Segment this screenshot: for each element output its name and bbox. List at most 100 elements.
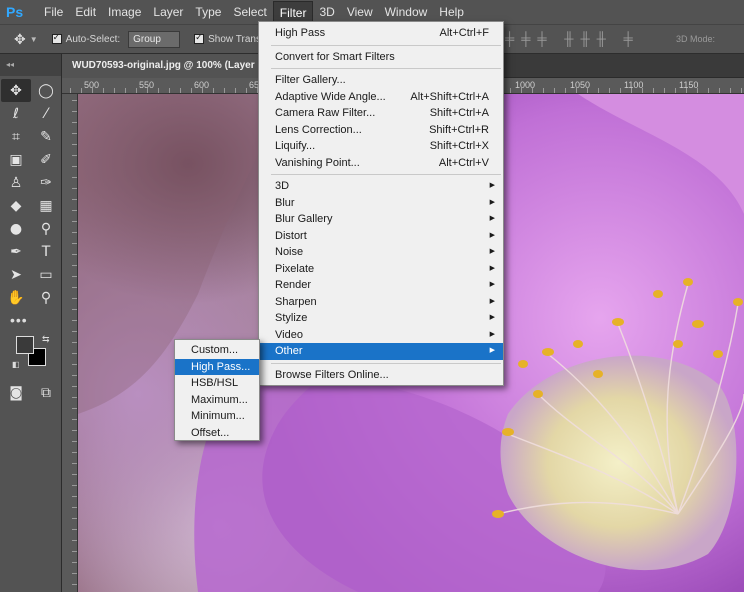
ruler-tick — [136, 88, 137, 93]
zoom-icon[interactable]: ⚲ — [31, 286, 61, 309]
move-tool-icon[interactable]: ✥ — [1, 79, 31, 102]
menu-item-browse-filters[interactable]: Browse Filters Online... — [259, 367, 503, 384]
submenu-arrow-icon: ▶ — [489, 281, 495, 288]
menu-3d[interactable]: 3D — [313, 1, 340, 23]
clone-stamp-icon[interactable]: ♙ — [1, 171, 31, 194]
submenu-item-custom[interactable]: Custom... — [175, 342, 259, 359]
mode-3d-label: 3D Mode: — [676, 34, 716, 44]
auto-select-label: Auto-Select: — [65, 33, 121, 45]
submenu-item-minimum[interactable]: Minimum... — [175, 408, 259, 425]
menu-item-3d[interactable]: 3D ▶ — [259, 178, 503, 195]
menu-item-blur-gallery[interactable]: Blur Gallery ▶ — [259, 211, 503, 228]
submenu-arrow-icon: ▶ — [489, 330, 495, 338]
ruler-tick — [521, 88, 522, 93]
ruler-tick — [543, 88, 544, 93]
menu-item-label: Pixelate — [275, 262, 315, 275]
other-submenu: Custom... High Pass... HSB/HSL Maximum..… — [174, 339, 260, 441]
menu-help[interactable]: Help — [433, 1, 470, 23]
menu-item-distort[interactable]: Distort ▶ — [259, 228, 503, 245]
type-icon[interactable]: T — [31, 240, 61, 263]
menu-item-vanishing-point[interactable]: Vanishing Point... Alt+Ctrl+V — [259, 155, 503, 172]
menu-edit[interactable]: Edit — [69, 1, 102, 23]
ruler-tick — [114, 88, 115, 93]
foreground-color-swatch[interactable] — [16, 336, 34, 354]
quick-mask-icon[interactable]: ◙ — [1, 381, 31, 404]
menu-file[interactable]: File — [38, 1, 69, 23]
menu-item-label: 3D — [275, 180, 290, 192]
align-distribute-icons[interactable]: ╪╪╪ ╫╫╫ ╪ — [505, 31, 640, 46]
submenu-item-offset[interactable]: Offset... — [175, 425, 259, 442]
brush-icon[interactable]: ✐ — [31, 148, 61, 171]
menu-item-other[interactable]: Other ▶ — [259, 343, 503, 360]
menu-item-label: Other — [275, 345, 303, 357]
magic-wand-icon[interactable]: ⁄ — [31, 102, 61, 125]
submenu-arrow-icon: ▶ — [489, 347, 495, 354]
menu-item-label: Blur — [275, 196, 295, 209]
menu-item-camera-raw[interactable]: Camera Raw Filter... Shift+Ctrl+A — [259, 105, 503, 122]
dodge-icon[interactable]: ⚲ — [31, 217, 61, 240]
pen-icon[interactable]: ✒ — [1, 240, 31, 263]
filter-menu: High Pass Alt+Ctrl+F Convert for Smart F… — [258, 21, 504, 386]
menu-item-label: Camera Raw Filter... — [275, 107, 376, 119]
move-tool-icon[interactable]: ✥ — [14, 31, 26, 48]
menu-image[interactable]: Image — [102, 1, 147, 23]
menu-select[interactable]: Select — [227, 1, 272, 23]
default-colors-icon[interactable]: ◧ — [12, 360, 20, 369]
submenu-item-maximum[interactable]: Maximum... — [175, 392, 259, 409]
menu-item-adaptive-wide-angle[interactable]: Adaptive Wide Angle... Alt+Shift+Ctrl+A — [259, 89, 503, 106]
menu-item-video[interactable]: Video ▶ — [259, 327, 503, 344]
submenu-item-high-pass[interactable]: High Pass... — [175, 358, 259, 375]
menu-item-label: Adaptive Wide Angle... — [275, 90, 386, 103]
healing-brush-icon[interactable]: ▣ — [1, 148, 31, 171]
blur-icon[interactable]: ● — [1, 217, 31, 240]
menu-item-filter-gallery[interactable]: Filter Gallery... — [259, 72, 503, 89]
menu-view[interactable]: View — [341, 1, 379, 23]
menu-item-blur[interactable]: Blur ▶ — [259, 195, 503, 212]
menu-item-shortcut: Shift+Ctrl+A — [429, 107, 489, 119]
menu-window[interactable]: Window — [379, 1, 434, 23]
screen-mode-icon[interactable]: ⧉ — [31, 381, 61, 404]
show-transform-checkbox[interactable] — [194, 32, 205, 44]
document-tab[interactable]: WUD70593-original.jpg @ 100% (Layer 1, — [62, 54, 262, 78]
menu-item-label: Sharpen — [275, 295, 317, 308]
menu-item-sharpen[interactable]: Sharpen ▶ — [259, 294, 503, 311]
elliptical-marquee-icon[interactable]: ◯ — [31, 79, 61, 102]
menu-layer[interactable]: Layer — [147, 1, 189, 23]
gradient-icon[interactable]: ▦ — [31, 194, 61, 217]
photoshop-logo[interactable]: Ps — [6, 3, 28, 21]
rectangle-icon[interactable]: ▭ — [31, 263, 61, 286]
menu-item-noise[interactable]: Noise ▶ — [259, 244, 503, 261]
menu-item-label: Render — [275, 279, 312, 291]
auto-select-target-select[interactable]: Group — [128, 30, 181, 48]
path-selection-icon[interactable]: ➤ — [1, 263, 31, 286]
menu-item-convert-smart-filters[interactable]: Convert for Smart Filters — [259, 49, 503, 66]
menu-item-lens-correction[interactable]: Lens Correction... Shift+Ctrl+R — [259, 122, 503, 139]
color-swatches: ⇆ ◧ — [0, 332, 61, 378]
hand-icon[interactable]: ✋ — [1, 286, 31, 309]
ruler-tick — [730, 88, 731, 93]
ruler-vertical — [62, 94, 78, 592]
ruler-tick — [81, 88, 82, 93]
more-tools-icon[interactable]: ••• — [0, 312, 61, 332]
menu-item-stylize[interactable]: Stylize ▶ — [259, 310, 503, 327]
history-brush-icon[interactable]: ✑ — [31, 171, 61, 194]
submenu-arrow-icon: ▶ — [489, 314, 495, 321]
eyedropper-icon[interactable]: ✎ — [31, 125, 61, 148]
ruler-tick — [103, 88, 104, 93]
lasso-icon[interactable]: ℓ — [1, 102, 31, 125]
menu-item-render[interactable]: Render ▶ — [259, 277, 503, 294]
submenu-arrow-icon: ▶ — [489, 198, 495, 206]
menu-item-pixelate[interactable]: Pixelate ▶ — [259, 261, 503, 278]
tools-collapse-icon[interactable]: ◂◂ — [0, 54, 61, 76]
menu-type[interactable]: Type — [189, 1, 227, 23]
submenu-item-hsb-hsl[interactable]: HSB/HSL — [175, 375, 259, 392]
swap-colors-icon[interactable]: ⇆ — [42, 334, 50, 345]
menu-filter[interactable]: Filter — [272, 1, 314, 23]
crop-icon[interactable]: ⌗ — [1, 125, 31, 148]
tool-preset-caret-icon[interactable]: ▼ — [30, 35, 38, 44]
ruler-tick — [510, 88, 511, 93]
auto-select-checkbox[interactable] — [51, 32, 62, 44]
menu-item-liquify[interactable]: Liquify... Shift+Ctrl+X — [259, 138, 503, 155]
menu-item-last-filter[interactable]: High Pass Alt+Ctrl+F — [259, 25, 503, 42]
eraser-icon[interactable]: ◆ — [1, 194, 31, 217]
